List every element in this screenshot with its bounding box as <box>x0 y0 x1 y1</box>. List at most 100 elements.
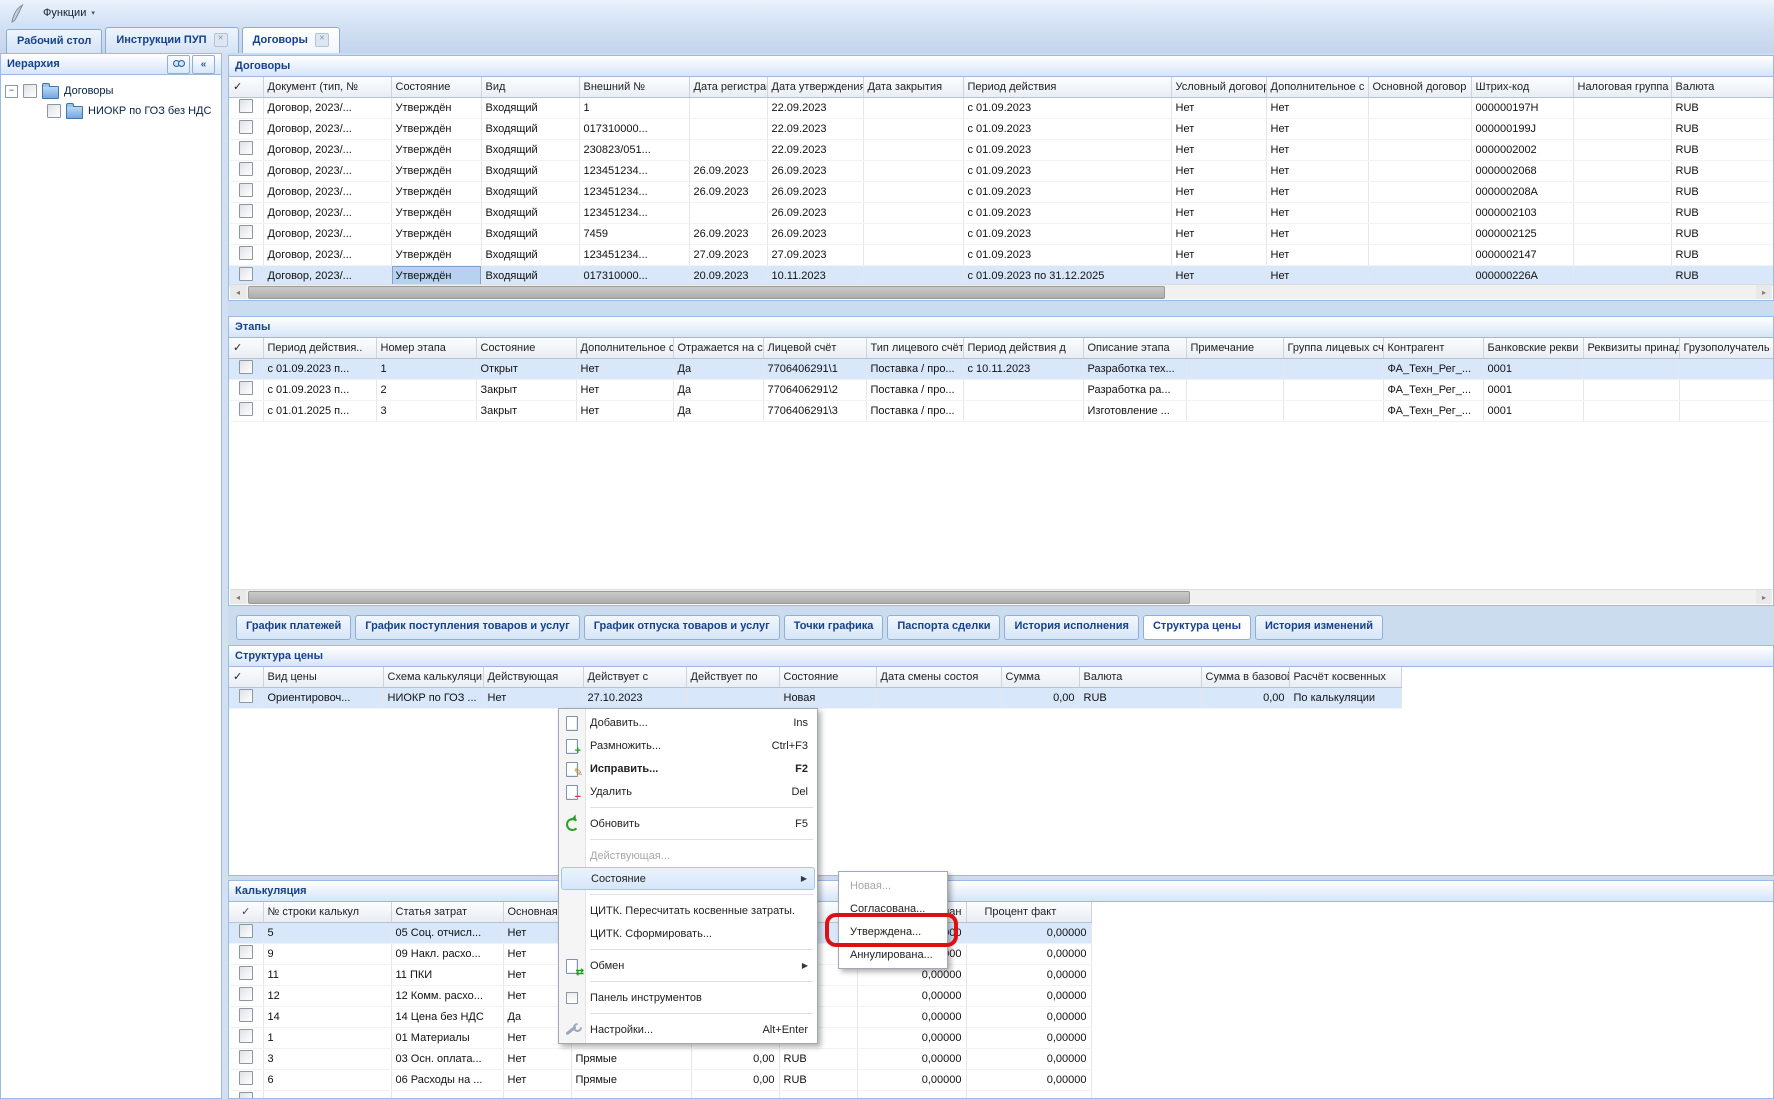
menu-item-current[interactable]: Действующая... ▶ <box>561 844 815 867</box>
column-header[interactable]: Контрагент <box>1383 338 1483 358</box>
stage-row[interactable]: с 01.01.2025 п... 3 Закрыт Нет Да 770640… <box>229 400 1773 421</box>
menu-item-refresh[interactable]: Обновить F5 ▶ <box>561 812 815 835</box>
column-header[interactable]: № строки калькул <box>263 902 391 922</box>
calculation-row[interactable]: 3 03 Осн. оплата... Нет Прямые 0,00 RUB … <box>229 1048 1091 1069</box>
tree-node-niokr[interactable]: − НИОКР по ГОЗ без НДС <box>29 101 217 121</box>
stage-row[interactable]: с 01.09.2023 п... 2 Закрыт Нет Да 770640… <box>229 379 1773 400</box>
column-header[interactable]: Примечание <box>1186 338 1283 358</box>
column-header[interactable]: Действующая <box>483 667 583 687</box>
tab-instructions[interactable]: Инструкции ПУП ✕ <box>105 27 238 53</box>
column-header[interactable]: Действует с <box>583 667 686 687</box>
menu-item-duplicate[interactable]: Размножить... Ctrl+F3 ▶ <box>561 734 815 757</box>
scrollbar-thumb[interactable] <box>248 591 1190 604</box>
collapse-panel-button[interactable]: « <box>192 55 215 74</box>
menu-item-add[interactable]: Добавить... Ins ▶ <box>561 711 815 734</box>
contract-row[interactable]: Договор, 2023/... Утверждён Входящий 123… <box>229 244 1773 265</box>
row-checkbox[interactable] <box>239 966 253 980</box>
column-header[interactable]: Состояние <box>779 667 876 687</box>
contract-row[interactable]: Договор, 2023/... Утверждён Входящий 1 2… <box>229 97 1773 118</box>
tab-desktop[interactable]: Рабочий стол ✕ <box>6 29 102 53</box>
column-header[interactable]: Вид цены <box>263 667 383 687</box>
collapse-expander-icon[interactable]: − <box>5 85 18 98</box>
contract-row[interactable]: Договор, 2023/... Утверждён Входящий 745… <box>229 223 1773 244</box>
search-button[interactable] <box>167 55 190 74</box>
tree-node-checkbox[interactable] <box>47 104 61 118</box>
column-header[interactable]: Дополнительное с <box>576 338 673 358</box>
column-header[interactable]: Документ (тип, № <box>263 77 391 97</box>
row-checkbox[interactable] <box>239 402 253 416</box>
calculation-row[interactable] <box>229 1090 1091 1099</box>
dtab-payments[interactable]: График платежей <box>236 615 351 640</box>
menu-item-settings[interactable]: Настройки... Alt+Enter ▶ <box>561 1018 815 1041</box>
column-header[interactable]: Период действия.. <box>263 338 376 358</box>
tab-contracts[interactable]: Договоры ✕ <box>242 27 340 53</box>
menu-item-toolbar[interactable]: Панель инструментов ▶ <box>561 986 815 1009</box>
column-header[interactable]: Период действия <box>963 77 1171 97</box>
scroll-right-icon[interactable]: ▸ <box>1756 590 1772 604</box>
column-header[interactable]: Период действия д <box>963 338 1083 358</box>
dtab-points[interactable]: Точки графика <box>784 615 884 640</box>
submenu-item-annulled[interactable]: Аннулирована... <box>841 943 945 966</box>
column-header[interactable]: Лицевой счёт <box>763 338 866 358</box>
scroll-left-icon[interactable]: ◂ <box>230 285 246 299</box>
menu-item[interactable]: ▶ <box>590 894 813 895</box>
column-header[interactable]: Основной договор <box>1368 77 1471 97</box>
row-checkbox[interactable] <box>239 120 253 134</box>
row-checkbox[interactable] <box>239 204 253 218</box>
column-header[interactable]: Банковские рекви <box>1483 338 1583 358</box>
column-header[interactable]: Состояние <box>476 338 576 358</box>
column-header[interactable]: Сумма в базовой в <box>1201 667 1289 687</box>
column-header[interactable]: Вид <box>481 77 579 97</box>
submenu-item-new[interactable]: Новая... <box>841 874 945 897</box>
row-checkbox[interactable] <box>239 360 253 374</box>
column-header[interactable]: Условный договор <box>1171 77 1266 97</box>
submenu-item-agreed[interactable]: Согласована... <box>841 897 945 920</box>
menubar-functions[interactable]: Функции <box>34 3 117 23</box>
dtab-goods-out[interactable]: График отпуска товаров и услуг <box>584 615 780 640</box>
contract-row[interactable]: Договор, 2023/... Утверждён Входящий 123… <box>229 160 1773 181</box>
menu-item-citk-recalc[interactable]: ЦИТК. Пересчитать косвенные затраты... ▶ <box>561 899 815 922</box>
menu-item-edit[interactable]: Исправить... F2 ▶ <box>561 757 815 780</box>
column-header[interactable]: Описание этапа <box>1083 338 1186 358</box>
contracts-hscrollbar[interactable]: ◂ ▸ <box>230 284 1772 299</box>
stages-hscrollbar[interactable]: ◂ ▸ <box>230 589 1772 604</box>
menu-item[interactable]: ▶ <box>590 839 813 840</box>
scroll-right-icon[interactable]: ▸ <box>1756 285 1772 299</box>
row-checkbox[interactable] <box>239 1071 253 1085</box>
scrollbar-thumb[interactable] <box>248 286 1165 299</box>
tree-node-checkbox[interactable] <box>23 84 37 98</box>
column-header[interactable]: Расчёт косвенных <box>1289 667 1401 687</box>
menu-item-state[interactable]: Состояние ▶ <box>561 867 815 890</box>
column-header[interactable]: Валюта <box>1671 77 1773 97</box>
column-header[interactable]: ✓ <box>229 667 263 687</box>
close-tab-icon[interactable]: ✕ <box>315 33 329 47</box>
menu-item-exchange[interactable]: Обмен ▶ <box>561 954 815 977</box>
column-header[interactable]: Реквизиты принад <box>1583 338 1679 358</box>
column-header[interactable]: ✓ <box>229 338 263 358</box>
row-checkbox[interactable] <box>239 246 253 260</box>
row-checkbox[interactable] <box>239 924 253 938</box>
column-header[interactable]: Группа лицевых сч <box>1283 338 1383 358</box>
submenu-item-approved[interactable]: Утверждена... <box>841 920 945 943</box>
column-header[interactable]: Состояние <box>391 77 481 97</box>
column-header[interactable]: Дополнительное с <box>1266 77 1368 97</box>
dtab-price-structure[interactable]: Структура цены <box>1143 615 1251 640</box>
column-header[interactable]: Статья затрат <box>391 902 503 922</box>
row-checkbox[interactable] <box>239 225 253 239</box>
column-header[interactable]: Валюта <box>1079 667 1201 687</box>
row-checkbox[interactable] <box>239 99 253 113</box>
row-checkbox[interactable] <box>239 267 253 281</box>
row-checkbox[interactable] <box>239 987 253 1001</box>
column-header[interactable]: Дата регистрации <box>689 77 767 97</box>
contract-row[interactable]: Договор, 2023/... Утверждён Входящий 230… <box>229 139 1773 160</box>
price-row[interactable]: Ориентировоч... НИОКР по ГОЗ ... Нет 27.… <box>229 687 1401 708</box>
column-header[interactable]: Сумма <box>1001 667 1079 687</box>
row-checkbox[interactable] <box>239 381 253 395</box>
column-header[interactable]: Тип лицевого счёт <box>866 338 963 358</box>
dtab-goods-in[interactable]: График поступления товаров и услуг <box>355 615 579 640</box>
contract-row[interactable]: Договор, 2023/... Утверждён Входящий 017… <box>229 265 1773 286</box>
row-checkbox[interactable] <box>239 1008 253 1022</box>
row-checkbox[interactable] <box>239 945 253 959</box>
column-header[interactable]: Отражается на сум <box>673 338 763 358</box>
column-header[interactable]: Внешний № <box>579 77 689 97</box>
